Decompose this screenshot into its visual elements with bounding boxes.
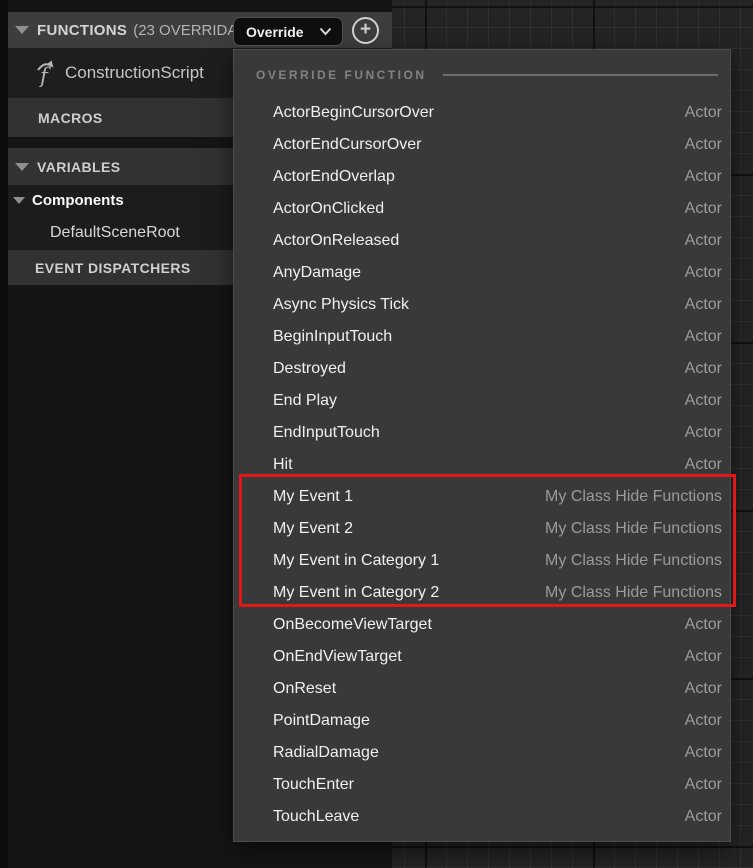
function-name: PointDamage bbox=[273, 712, 370, 730]
function-name: OnEndViewTarget bbox=[273, 648, 402, 666]
function-category: Actor bbox=[685, 712, 722, 730]
function-name: ActorBeginCursorOver bbox=[273, 104, 434, 122]
menu-item[interactable]: OnBecomeViewTarget Actor bbox=[234, 609, 730, 641]
function-name: AnyDamage bbox=[273, 264, 361, 282]
function-category: Actor bbox=[685, 264, 722, 282]
menu-item[interactable]: BeginInputTouch Actor bbox=[234, 321, 730, 353]
construction-script-label: ConstructionScript bbox=[65, 63, 204, 83]
menu-item[interactable]: PointDamage Actor bbox=[234, 705, 730, 737]
function-name: End Play bbox=[273, 392, 337, 410]
plus-icon: + bbox=[360, 20, 371, 39]
override-function-list: ActorBeginCursorOver Actor ActorEndCurso… bbox=[234, 97, 730, 833]
function-name: My Event 1 bbox=[273, 488, 353, 506]
function-category: My Class Hide Functions bbox=[545, 488, 722, 506]
function-category: Actor bbox=[685, 200, 722, 218]
override-function-menu: OVERRIDE FUNCTION ActorBeginCursorOver A… bbox=[233, 49, 731, 842]
menu-item[interactable]: My Event in Category 2 My Class Hide Fun… bbox=[234, 577, 730, 609]
menu-item[interactable]: RadialDamage Actor bbox=[234, 737, 730, 769]
function-name: ActorEndOverlap bbox=[273, 168, 395, 186]
menu-item[interactable]: AnyDamage Actor bbox=[234, 257, 730, 289]
menu-item[interactable]: Hit Actor bbox=[234, 449, 730, 481]
override-button-label: Override bbox=[246, 24, 319, 40]
function-category: Actor bbox=[685, 616, 722, 634]
function-category: Actor bbox=[685, 808, 722, 826]
menu-section-header: OVERRIDE FUNCTION bbox=[234, 50, 730, 94]
function-category: Actor bbox=[685, 136, 722, 154]
menu-item[interactable]: OnReset Actor bbox=[234, 673, 730, 705]
menu-section-title: OVERRIDE FUNCTION bbox=[256, 68, 427, 82]
function-name: My Event in Category 2 bbox=[273, 584, 439, 602]
menu-item[interactable]: ActorOnClicked Actor bbox=[234, 193, 730, 225]
menu-item[interactable]: ActorBeginCursorOver Actor bbox=[234, 97, 730, 129]
collapse-arrow-icon[interactable] bbox=[13, 197, 25, 204]
menu-item[interactable]: My Event 2 My Class Hide Functions bbox=[234, 513, 730, 545]
functions-label: FUNCTIONS bbox=[37, 22, 127, 39]
function-category: Actor bbox=[685, 296, 722, 314]
function-category: My Class Hide Functions bbox=[545, 520, 722, 538]
function-category: Actor bbox=[685, 424, 722, 442]
collapse-arrow-icon[interactable] bbox=[15, 26, 29, 34]
menu-item[interactable]: Destroyed Actor bbox=[234, 353, 730, 385]
function-name: My Event in Category 1 bbox=[273, 552, 439, 570]
chevron-down-icon bbox=[319, 27, 332, 36]
override-dropdown-button[interactable]: Override bbox=[233, 17, 343, 46]
function-name: TouchLeave bbox=[273, 808, 359, 826]
function-name: ActorOnReleased bbox=[273, 232, 399, 250]
function-name: OnReset bbox=[273, 680, 336, 698]
function-category: Actor bbox=[685, 168, 722, 186]
function-category: Actor bbox=[685, 328, 722, 346]
function-category: Actor bbox=[685, 648, 722, 666]
menu-item[interactable]: EndInputTouch Actor bbox=[234, 417, 730, 449]
menu-item[interactable]: ActorEndCursorOver Actor bbox=[234, 129, 730, 161]
function-category: Actor bbox=[685, 104, 722, 122]
function-name: My Event 2 bbox=[273, 520, 353, 538]
menu-item[interactable]: TouchLeave Actor bbox=[234, 801, 730, 833]
panel-edge-divider bbox=[0, 0, 8, 868]
menu-item[interactable]: My Event 1 My Class Hide Functions bbox=[234, 481, 730, 513]
collapse-arrow-icon[interactable] bbox=[15, 163, 29, 171]
function-category: Actor bbox=[685, 680, 722, 698]
section-divider bbox=[443, 74, 718, 76]
menu-item[interactable]: Async Physics Tick Actor bbox=[234, 289, 730, 321]
add-function-button[interactable]: + bbox=[352, 17, 379, 44]
function-category: Actor bbox=[685, 360, 722, 378]
svg-text:f: f bbox=[38, 64, 51, 87]
function-name: Async Physics Tick bbox=[273, 296, 409, 314]
function-name: BeginInputTouch bbox=[273, 328, 392, 346]
function-name: Hit bbox=[273, 456, 293, 474]
function-name: EndInputTouch bbox=[273, 424, 380, 442]
function-category: My Class Hide Functions bbox=[545, 552, 722, 570]
menu-item[interactable]: OnEndViewTarget Actor bbox=[234, 641, 730, 673]
function-name: OnBecomeViewTarget bbox=[273, 616, 432, 634]
function-name: Destroyed bbox=[273, 360, 346, 378]
function-category: Actor bbox=[685, 776, 722, 794]
function-category: Actor bbox=[685, 232, 722, 250]
components-label: Components bbox=[32, 192, 124, 209]
function-category: Actor bbox=[685, 456, 722, 474]
function-name: ActorOnClicked bbox=[273, 200, 384, 218]
default-scene-root-label: DefaultSceneRoot bbox=[50, 224, 180, 242]
menu-item[interactable]: My Event in Category 1 My Class Hide Fun… bbox=[234, 545, 730, 577]
function-category: Actor bbox=[685, 744, 722, 762]
macros-label: MACROS bbox=[38, 110, 103, 126]
function-name: ActorEndCursorOver bbox=[273, 136, 422, 154]
menu-item[interactable]: ActorOnReleased Actor bbox=[234, 225, 730, 257]
function-category: My Class Hide Functions bbox=[545, 584, 722, 602]
function-name: TouchEnter bbox=[273, 776, 354, 794]
function-name: RadialDamage bbox=[273, 744, 379, 762]
variables-label: VARIABLES bbox=[37, 159, 120, 175]
function-category: Actor bbox=[685, 392, 722, 410]
menu-item[interactable]: TouchEnter Actor bbox=[234, 769, 730, 801]
menu-item[interactable]: ActorEndOverlap Actor bbox=[234, 161, 730, 193]
function-icon: f bbox=[34, 59, 60, 87]
menu-item[interactable]: End Play Actor bbox=[234, 385, 730, 417]
event-dispatchers-label: EVENT DISPATCHERS bbox=[35, 260, 191, 276]
